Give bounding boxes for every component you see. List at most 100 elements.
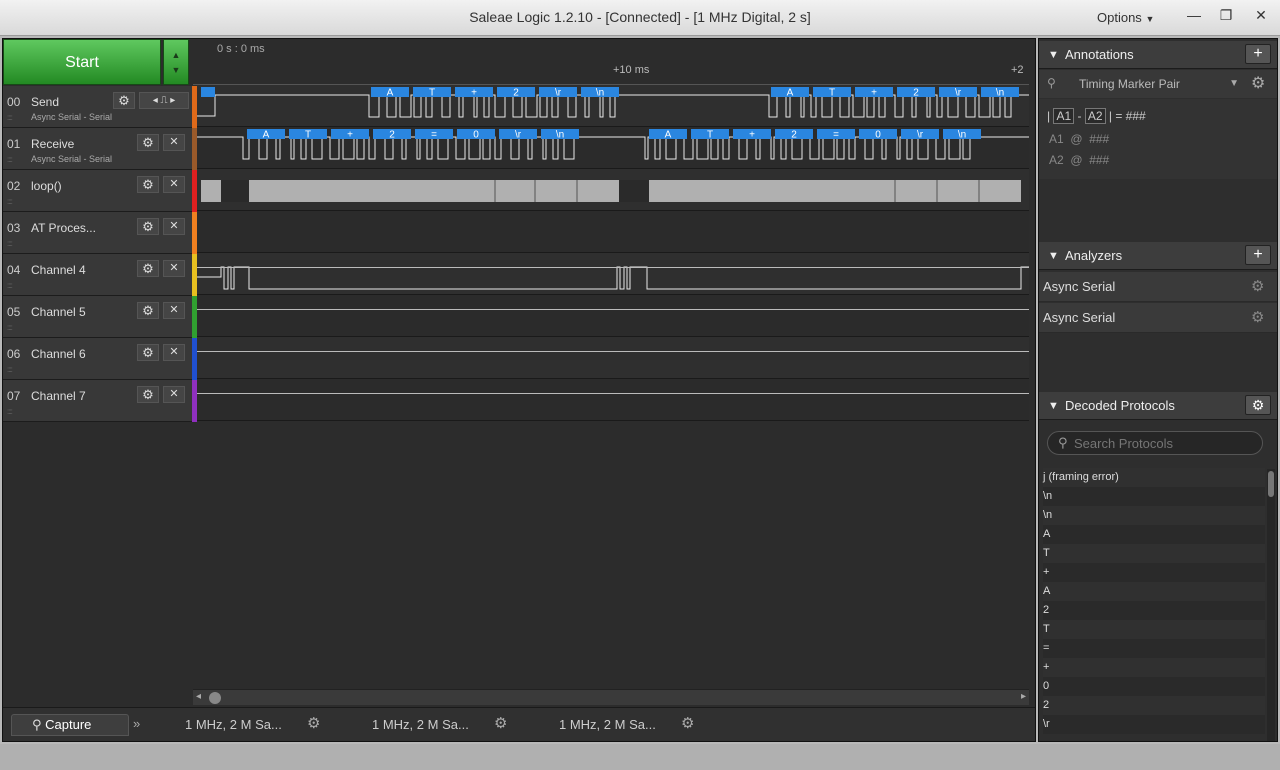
channel-row[interactable]: 00 Send Async Serial - Serial :::: ⚙ ◂ ⎍… — [3, 86, 192, 128]
channel-row[interactable]: 02 loop() :::: ⚙ ✕ — [3, 170, 192, 212]
channel-close-button[interactable]: ✕ — [163, 176, 185, 193]
scroll-left-icon[interactable]: ◂ — [196, 691, 201, 702]
channel-close-button[interactable]: ✕ — [163, 218, 185, 235]
close-window-button[interactable]: ✕ — [1247, 4, 1275, 26]
decoded-item[interactable]: + — [1043, 563, 1265, 582]
tab-session-2[interactable]: 1 MHz, 2 M Sa... ⚙ — [350, 714, 530, 736]
channel-number: 07 — [7, 389, 21, 403]
decoded-item[interactable]: = — [1043, 639, 1265, 658]
decoded-item[interactable]: 2 — [1043, 601, 1265, 620]
drag-handle-icon[interactable]: :::: — [7, 281, 13, 290]
start-button[interactable]: Start — [3, 39, 161, 85]
gear-icon[interactable]: ⚙ — [307, 714, 320, 732]
trigger-button[interactable]: ◂ ⎍ ▸ — [139, 92, 189, 109]
analyzer-item[interactable]: Async Serial ⚙ — [1039, 303, 1277, 333]
decoded-item[interactable]: T — [1043, 544, 1265, 563]
channel-settings-button[interactable]: ⚙ — [137, 260, 159, 277]
annotations-header[interactable]: ▼ Annotations + — [1039, 41, 1277, 69]
channel-name[interactable]: AT Proces... — [31, 221, 96, 235]
start-options-button[interactable]: ▲ ▼ — [163, 39, 189, 85]
time-ruler[interactable]: +10 ms +2 — [193, 59, 1029, 85]
channel-row[interactable]: 04 Channel 4 :::: ⚙ ✕ — [3, 254, 192, 296]
search-protocols[interactable]: ⚲ — [1047, 431, 1263, 455]
gear-icon[interactable]: ⚙ — [1251, 272, 1264, 302]
decoded-item[interactable]: A — [1043, 582, 1265, 601]
drag-handle-icon[interactable]: :::: — [7, 155, 13, 164]
channel-settings-button[interactable]: ⚙ — [137, 302, 159, 319]
collapse-icon[interactable]: ▼ — [1048, 242, 1059, 270]
collapse-icon[interactable]: ▼ — [1048, 392, 1059, 420]
add-annotation-button[interactable]: + — [1245, 44, 1271, 64]
channel-name[interactable]: Channel 6 — [31, 347, 86, 361]
add-analyzer-button[interactable]: + — [1245, 245, 1271, 265]
channel-close-button[interactable]: ✕ — [163, 344, 185, 361]
search-input[interactable] — [1074, 434, 1254, 452]
minimize-button[interactable]: — — [1180, 4, 1208, 26]
decoded-item[interactable]: \n — [1043, 487, 1265, 506]
channel-row[interactable]: 07 Channel 7 :::: ⚙ ✕ — [3, 380, 192, 422]
decoded-item[interactable]: 2 — [1043, 696, 1265, 715]
analyzers-header[interactable]: ▼ Analyzers + — [1039, 242, 1277, 270]
options-menu[interactable]: Options ▼ — [1097, 10, 1154, 25]
decoded-item[interactable]: A — [1043, 525, 1265, 544]
channel-name[interactable]: loop() — [31, 179, 62, 193]
a2-chip[interactable]: A2 — [1084, 108, 1106, 124]
gear-icon[interactable]: ⚙ — [681, 714, 694, 732]
decoded-item[interactable]: \n — [1043, 506, 1265, 525]
channel-settings-button[interactable]: ⚙ — [137, 176, 159, 193]
decoded-settings-button[interactable]: ⚙ — [1245, 395, 1271, 415]
scrollbar-thumb[interactable] — [209, 692, 221, 704]
analyzer-item[interactable]: Async Serial ⚙ — [1039, 272, 1277, 302]
channel-row[interactable]: 05 Channel 5 :::: ⚙ ✕ — [3, 296, 192, 338]
channel-settings-button[interactable]: ⚙ — [137, 344, 159, 361]
decoded-protocols-header[interactable]: ▼ Decoded Protocols ⚙ — [1039, 392, 1277, 420]
channel-close-button[interactable]: ✕ — [163, 134, 185, 151]
decoded-item[interactable]: T — [1043, 620, 1265, 639]
channel-name[interactable]: Receive — [31, 137, 74, 151]
drag-handle-icon[interactable]: :::: — [7, 323, 13, 332]
drag-handle-icon[interactable]: :::: — [7, 407, 13, 416]
channel-name[interactable]: Channel 5 — [31, 305, 86, 319]
restore-button[interactable]: ❐ — [1212, 4, 1240, 26]
channel-settings-button[interactable]: ⚙ — [137, 386, 159, 403]
channel-settings-button[interactable]: ⚙ — [113, 92, 135, 109]
channel-settings-button[interactable]: ⚙ — [137, 218, 159, 235]
channel-name[interactable]: Channel 7 — [31, 389, 86, 403]
tab-capture[interactable]: ⚲ Capture — [11, 714, 129, 736]
a1-chip[interactable]: A1 — [1053, 108, 1075, 124]
channel-row[interactable]: 03 AT Proces... :::: ⚙ ✕ — [3, 212, 192, 254]
expand-tabs-button[interactable]: » — [133, 716, 140, 738]
drag-handle-icon[interactable]: :::: — [7, 239, 13, 248]
gear-icon[interactable]: ⚙ — [1251, 303, 1264, 333]
analyzers-title: Analyzers — [1065, 248, 1123, 263]
decoded-item[interactable]: 0 — [1043, 677, 1265, 696]
channel-row[interactable]: 06 Channel 6 :::: ⚙ ✕ — [3, 338, 192, 380]
waveform-area[interactable]: A T +2 \r \n A T +2 \r \n A T +2 = 0 \r \n A T +2 = 0 \r \n — [197, 85, 1029, 421]
drag-handle-icon[interactable]: :::: — [7, 113, 13, 122]
decoded-item[interactable]: j (framing error) — [1043, 468, 1265, 487]
channel-close-button[interactable]: ✕ — [163, 302, 185, 319]
channel-settings-button[interactable]: ⚙ — [137, 134, 159, 151]
decoded-item[interactable]: \r — [1043, 715, 1265, 734]
tab-session-3[interactable]: 1 MHz, 2 M Sa... ⚙ — [537, 714, 717, 736]
collapse-icon[interactable]: ▼ — [1048, 41, 1059, 69]
decoded-scrollbar[interactable] — [1267, 469, 1275, 741]
gear-icon[interactable]: ⚙ — [494, 714, 507, 732]
a1-position: A1 @ ### — [1049, 132, 1110, 146]
channel-lane — [197, 295, 1029, 337]
scroll-right-icon[interactable]: ▸ — [1021, 691, 1026, 702]
marker-type-select[interactable]: Timing Marker Pair ▼ — [1069, 74, 1241, 94]
channel-name[interactable]: Channel 4 — [31, 263, 86, 277]
horizontal-scrollbar[interactable]: ◂ ▸ — [193, 689, 1029, 705]
channel-row[interactable]: 01 Receive Async Serial - Serial :::: ⚙ … — [3, 128, 192, 170]
channel-close-button[interactable]: ✕ — [163, 260, 185, 277]
channel-close-button[interactable]: ✕ — [163, 386, 185, 403]
decoded-item[interactable]: + — [1043, 658, 1265, 677]
scrollbar-thumb[interactable] — [1268, 471, 1274, 497]
channel-number: 04 — [7, 263, 21, 277]
channel-name[interactable]: Send — [31, 95, 59, 109]
drag-handle-icon[interactable]: :::: — [7, 197, 13, 206]
gear-icon[interactable]: ⚙ — [1251, 73, 1265, 93]
drag-handle-icon[interactable]: :::: — [7, 365, 13, 374]
tab-session-1[interactable]: 1 MHz, 2 M Sa... ⚙ — [163, 714, 343, 736]
